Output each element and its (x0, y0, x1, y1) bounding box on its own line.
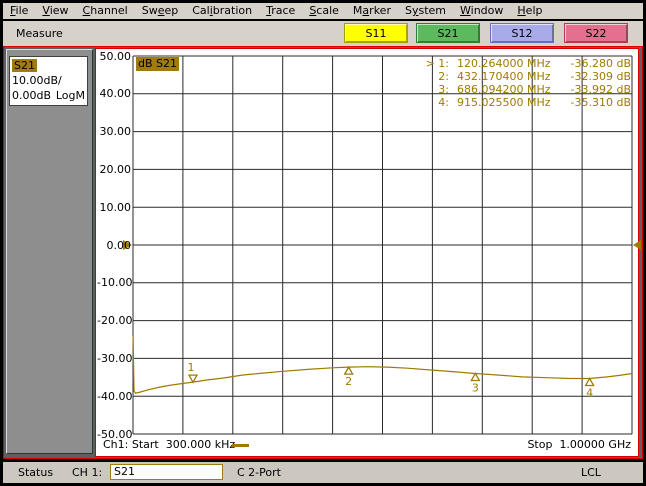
y-axis-tick-label: 0.00 (106, 239, 132, 252)
measure-toolbar: Measure S11 S21 S12 S22 (3, 21, 643, 46)
ref-level-arrow-right (633, 240, 641, 250)
y-axis-tick-label: 10.00 (99, 201, 132, 214)
measure-toolbar-label: Measure (16, 27, 63, 40)
marker-readout-cell: 120.264000 MHz (457, 57, 551, 70)
menu-item-sweep[interactable]: Sweep (135, 3, 186, 19)
trace-ref-level: 0.00dB (12, 89, 52, 102)
y-axis-tick-label: 20.00 (99, 163, 132, 176)
marker-readout-cell: 2: (438, 70, 449, 83)
x-axis-info: Ch1: Start 300.000 kHz Stop 1.00000 GHz (96, 438, 638, 453)
y-axis-tick-label: -10.00 (97, 276, 133, 289)
menu-item-view[interactable]: View (35, 3, 75, 19)
menu-bar: File View Channel Sweep Calibration Trace Scal… (3, 3, 643, 19)
menu-item-trace[interactable]: Trace (259, 3, 302, 19)
trace-label: dB S21 (136, 57, 180, 71)
trace-name: S21 (12, 59, 37, 72)
grid (132, 55, 633, 435)
trace-name-row: S21 (12, 58, 85, 73)
marker-3-readout: 3: 686.094200 MHz -33.992 dB (423, 83, 631, 96)
menu-item-system[interactable]: System (398, 3, 453, 19)
status-bar: Status CH 1: S21 C 2-Port LCL (3, 462, 643, 483)
marker-readout-cell: -36.280 dB (570, 57, 631, 70)
trace1-indicator (232, 444, 249, 447)
marker-readout: > 1: 120.264000 MHz -36.280 dB 2: 432.170400… (423, 57, 631, 109)
app-window: File View Channel Sweep Calibration Trace Scal… (0, 0, 646, 486)
measurement-box[interactable]: S21 (110, 464, 223, 480)
marker-triangle-icon (343, 365, 354, 375)
marker-readout-cell: -33.992 dB (570, 83, 631, 96)
marker-2-readout: 2: 432.170400 MHz -32.309 dB (423, 70, 631, 83)
channel-label: CH 1: (72, 466, 103, 479)
menu-item-channel[interactable]: Channel (76, 3, 135, 19)
marker-triangle-icon (584, 377, 595, 387)
marker-readout-cell: 4: (438, 96, 449, 109)
status-label: Status (18, 466, 54, 479)
marker-3-symbol[interactable]: 3 (470, 372, 481, 394)
menu-item-file[interactable]: File (3, 3, 35, 19)
stop-frequency-label: Stop 1.00000 GHz (527, 438, 631, 451)
trace-format: LogM (55, 89, 85, 102)
plot-svg: 1 2 3 4 (123, 55, 641, 435)
graph-window: 1 2 3 4 50.00 40.00 30.00 20.00 10.00 0.00 -10.00… (95, 48, 641, 457)
lcl-indicator: LCL (581, 466, 601, 479)
marker-number-label: 4 (586, 386, 593, 399)
marker-number-label: 1 (188, 361, 195, 374)
marker-1-symbol[interactable]: 1 (188, 361, 199, 384)
main-area: S21 10.00dB/ 0.00dB LogM 1 2 3 4 50.00 40.00… (3, 46, 643, 459)
menu-item-scale[interactable]: Scale (302, 3, 346, 19)
trace-ref-row: 0.00dB LogM (12, 88, 85, 103)
trace-status-panel: S21 10.00dB/ 0.00dB LogM (6, 49, 93, 454)
y-axis-tick-label: 30.00 (99, 125, 132, 138)
cal-status: C 2-Port (237, 466, 281, 479)
marker-readout-cell: -35.310 dB (570, 96, 631, 109)
y-axis-tick-label: -40.00 (97, 390, 133, 403)
start-frequency-label: Ch1: Start 300.000 kHz (103, 438, 236, 451)
marker-readout-cell: 3: (438, 83, 449, 96)
y-axis-tick-label: -30.00 (97, 352, 133, 365)
marker-4-symbol[interactable]: 4 (584, 377, 595, 399)
menu-item-window[interactable]: Window (453, 3, 510, 19)
marker-readout-cell: 432.170400 MHz (457, 70, 551, 83)
marker-4-readout: 4: 915.025500 MHz -35.310 dB (423, 96, 631, 109)
measure-s12-button[interactable]: S12 (490, 23, 554, 43)
marker-readout-cell: 915.025500 MHz (457, 96, 551, 109)
marker-readout-cell: > 1: (425, 57, 449, 70)
menu-item-marker[interactable]: Marker (346, 3, 398, 19)
marker-1-readout: > 1: 120.264000 MHz -36.280 dB (423, 57, 631, 70)
y-axis-tick-label: -20.00 (97, 314, 133, 327)
measure-s21-button[interactable]: S21 (416, 23, 480, 43)
marker-number-label: 3 (472, 381, 479, 394)
marker-2-symbol[interactable]: 2 (343, 365, 354, 388)
marker-triangle-icon (470, 372, 481, 382)
y-axis-tick-label: 40.00 (99, 87, 132, 100)
trace-info-box[interactable]: S21 10.00dB/ 0.00dB LogM (9, 56, 88, 106)
trace-scale: 10.00dB/ (12, 74, 62, 87)
measure-s11-button[interactable]: S11 (344, 23, 408, 43)
menu-item-calibration[interactable]: Calibration (185, 3, 259, 19)
menu-item-help[interactable]: Help (510, 3, 549, 19)
measure-s22-button[interactable]: S22 (564, 23, 628, 43)
marker-number-label: 2 (345, 375, 352, 388)
marker-readout-cell: -32.309 dB (570, 70, 631, 83)
y-axis-tick-label: 50.00 (99, 50, 132, 63)
marker-readout-cell: 686.094200 MHz (457, 83, 551, 96)
